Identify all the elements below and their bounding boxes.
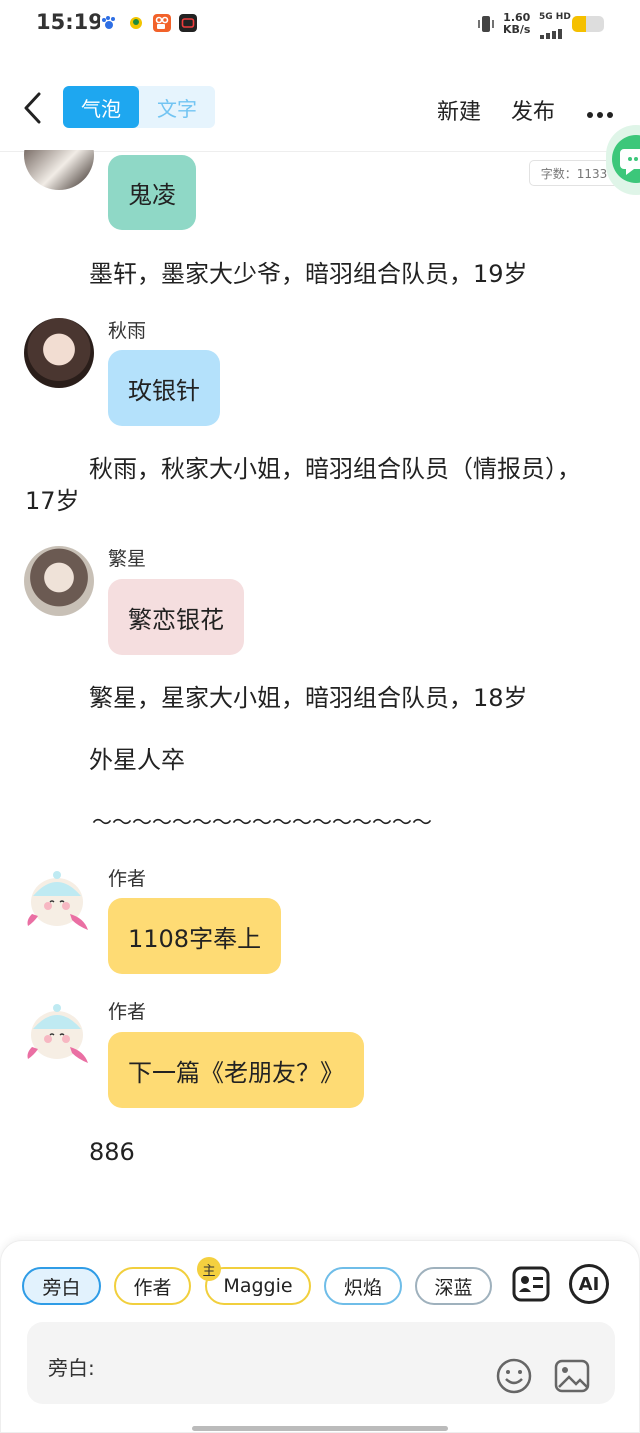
chat-bubble-icon — [612, 135, 640, 183]
tab-bubble[interactable]: 气泡 — [63, 86, 139, 128]
narration-text[interactable]: 墨轩，墨家大少爷，暗羽组合队员，19岁 — [89, 258, 528, 290]
author-avatar[interactable] — [24, 866, 94, 936]
character-name: 秋雨 — [108, 320, 147, 342]
net-type: 5G HD — [539, 12, 571, 22]
avatar[interactable] — [24, 318, 94, 388]
net-speed: 1.60 KB/s — [503, 11, 531, 36]
chat-bubble[interactable]: 鬼凌 — [108, 155, 196, 230]
publish-button[interactable]: 发布 — [511, 94, 555, 126]
chat-bubble[interactable]: 1108字奉上 — [108, 898, 282, 974]
vibrate-icon — [476, 14, 496, 38]
role-chip-narration[interactable]: 旁白 — [22, 1267, 101, 1305]
role-chip-shenlan[interactable]: 深蓝 — [415, 1267, 492, 1305]
status-bar: 15:19 1.60 KB/s 5G HD — [0, 0, 640, 50]
narration-text[interactable]: 秋雨，秋家大小姐，暗羽组合队员（情报员），17岁 — [25, 453, 605, 517]
image-icon[interactable] — [553, 1357, 591, 1399]
new-button[interactable]: 新建 — [437, 94, 481, 126]
character-name: 作者 — [108, 868, 147, 890]
kuaishou-app-icon — [153, 14, 171, 32]
tab-text[interactable]: 文字 — [139, 86, 215, 128]
narration-text[interactable]: 外星人卒 — [89, 744, 185, 776]
input-label: 旁白: — [48, 1356, 95, 1380]
battery-fill — [572, 16, 587, 32]
emoji-icon[interactable] — [495, 1357, 533, 1399]
more-dots-icon[interactable] — [586, 104, 614, 118]
battery-icon — [572, 16, 604, 32]
separator-text[interactable]: ～～～～～～～～～～～～～～～～～ — [92, 806, 432, 838]
paw-app-icon — [100, 14, 118, 32]
bird-app-icon — [127, 14, 145, 32]
role-chip-maggie[interactable]: Maggie — [205, 1267, 311, 1305]
mode-switch: 气泡 文字 — [63, 86, 215, 128]
host-badge: 主 — [197, 1257, 221, 1281]
chat-bubble[interactable]: 玫银针 — [108, 350, 220, 426]
avatar[interactable] — [24, 150, 94, 190]
top-nav: 气泡 文字 新建 发布 — [0, 60, 640, 152]
chat-bubble[interactable]: 下一篇《老朋友？》 — [108, 1032, 364, 1108]
narration-text[interactable]: 繁星，星家大小姐，暗羽组合队员，18岁 — [89, 682, 528, 714]
role-chip-zhiyan[interactable]: 炽焰 — [324, 1267, 402, 1305]
ai-icon[interactable]: AI — [569, 1264, 609, 1304]
chevron-left-icon[interactable] — [22, 92, 44, 124]
status-time: 15:19 — [36, 10, 103, 34]
home-indicator — [192, 1426, 448, 1431]
video-app-icon — [179, 14, 197, 32]
narration-text[interactable]: 886 — [89, 1136, 135, 1168]
role-chip-author[interactable]: 作者 — [114, 1267, 191, 1305]
character-name: 繁星 — [108, 548, 147, 570]
signal-icon — [540, 24, 568, 43]
author-avatar[interactable] — [24, 999, 94, 1069]
avatar-clip — [24, 150, 94, 190]
avatar[interactable] — [24, 546, 94, 616]
character-card-icon[interactable] — [511, 1264, 551, 1304]
character-name: 作者 — [108, 1001, 147, 1023]
chat-bubble[interactable]: 繁恋银花 — [108, 579, 244, 655]
